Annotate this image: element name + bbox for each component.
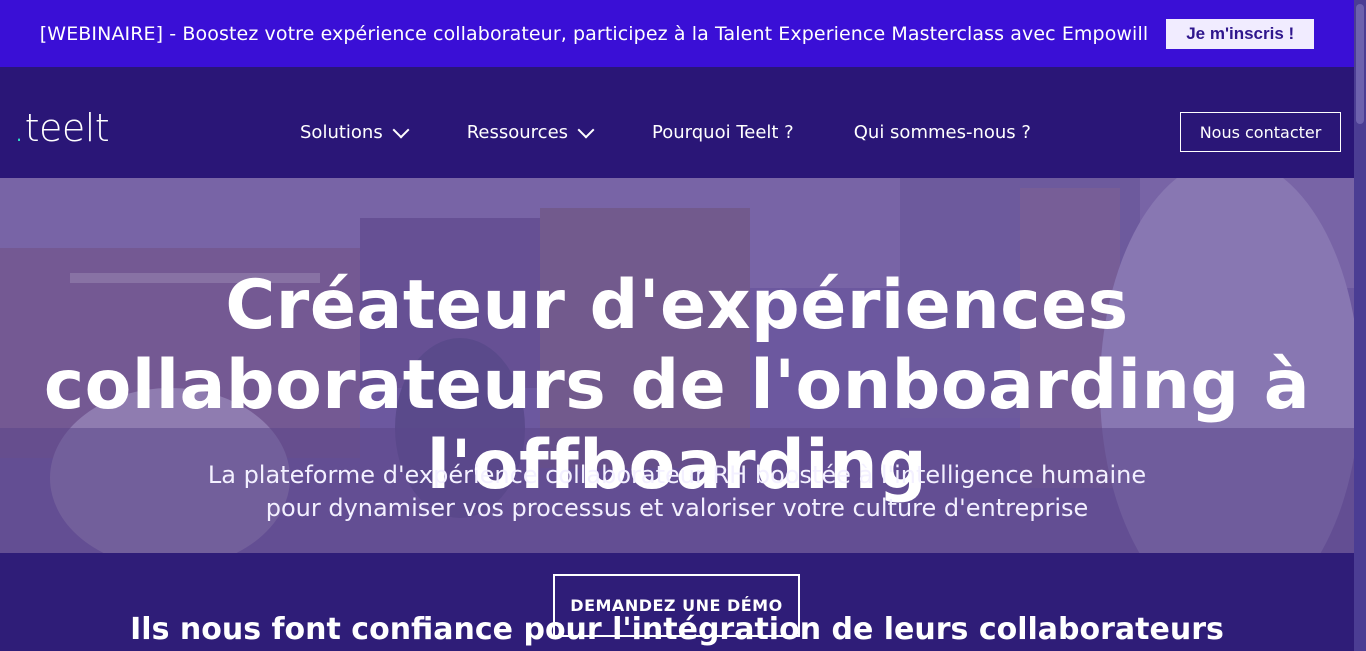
nav-item-solutions[interactable]: Solutions xyxy=(300,121,410,143)
hero-subtitle: La plateforme d'expérience collaborateur… xyxy=(150,459,1204,525)
nav-item-label: Ressources xyxy=(466,122,569,143)
hero-section: Créateur d'expériences collaborateurs de… xyxy=(0,178,1354,553)
nav-item-qui-sommes-nous[interactable]: Qui sommes-nous ? xyxy=(854,122,1031,143)
contact-button[interactable]: Nous contacter xyxy=(1180,112,1341,152)
nav-item-ressources[interactable]: Ressources xyxy=(466,121,595,143)
clients-title: Ils nous font confiance pour l'intégrati… xyxy=(130,612,1224,647)
scrollbar-thumb[interactable] xyxy=(1356,4,1364,124)
nav-item-label: Solutions xyxy=(300,122,383,143)
hero-subtitle-line-1: La plateforme d'expérience collaborateur… xyxy=(207,461,1147,489)
nav-menu: Solutions Ressources Pourquoi Teelt ? Qu… xyxy=(300,121,1031,143)
register-button[interactable]: Je m'inscris ! xyxy=(1166,18,1315,49)
logo-dot: . xyxy=(13,106,25,150)
announcement-banner: [WEBINAIRE] - Boostez votre expérience c… xyxy=(0,0,1354,67)
chevron-down-icon xyxy=(577,121,595,139)
announcement-text: [WEBINAIRE] - Boostez votre expérience c… xyxy=(39,22,1149,45)
nav-item-label: Pourquoi Teelt ? xyxy=(652,122,794,143)
chevron-down-icon xyxy=(392,121,410,139)
main-navigation: .teelt Solutions Ressources Pourquoi Tee… xyxy=(0,67,1354,178)
hero-subtitle-line-2: pour dynamiser vos processus et valorise… xyxy=(265,494,1089,522)
teelt-logo[interactable]: .teelt xyxy=(13,106,110,150)
nav-item-pourquoi-teelt[interactable]: Pourquoi Teelt ? xyxy=(652,122,794,143)
logo-text: teelt xyxy=(24,106,110,150)
nav-item-label: Qui sommes-nous ? xyxy=(853,122,1031,143)
